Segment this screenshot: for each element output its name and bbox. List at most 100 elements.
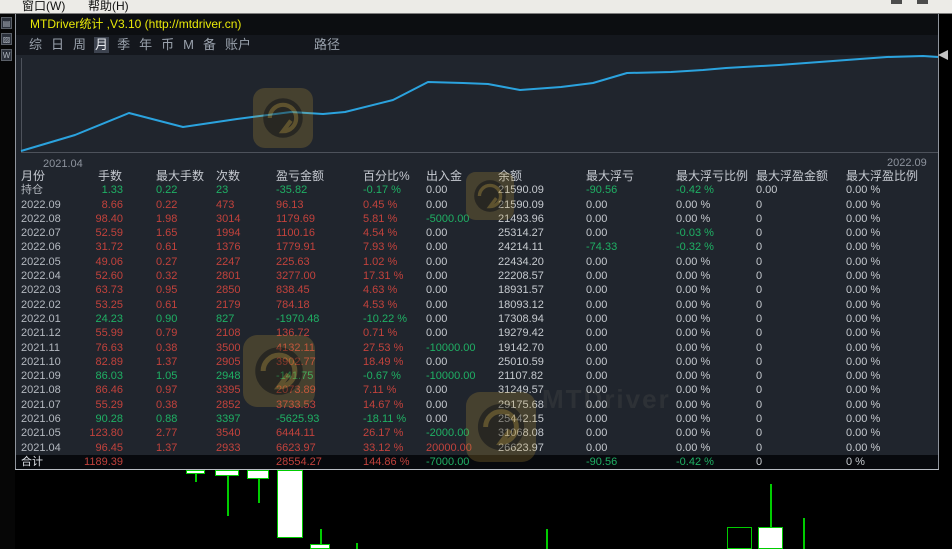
cell-5: 0.00: [426, 270, 448, 283]
cell-0: 90.28: [95, 413, 123, 426]
candle-body: [758, 527, 783, 549]
table-row-2022.02[interactable]: 2022.02 53.25 0.61 2179 784.18 4.53 % 0.00 1809…: [16, 298, 938, 312]
table-row-2022.04[interactable]: 2022.04 52.60 0.32 2801 3277.00 17.31 % 0.00 22…: [16, 269, 938, 283]
panel-title-bar[interactable]: MTDriver统计 ,V3.10 (http://mtdriver.cn): [16, 13, 938, 35]
mtdriver-stats-panel: MTDriver统计 ,V3.10 (http://mtdriver.cn) 综…: [15, 13, 939, 470]
table-row-2021.07[interactable]: 2021.07 55.29 0.38 2852 3733.53 14.67 % 0.00 29…: [16, 398, 938, 412]
table-row-2021.11[interactable]: 2021.11 76.63 0.38 3500 4132.11 27.53 % -10000…: [16, 341, 938, 355]
cell-5: 0.00: [426, 384, 448, 397]
table-row-2022.06[interactable]: 2022.06 31.72 0.61 1376 1779.91 7.93 % 0.00 242…: [16, 240, 938, 254]
cell-7: 0.00: [586, 413, 608, 426]
table-row-2021.05[interactable]: 2021.05 123.80 2.77 3540 6444.11 26.17 % -2000…: [16, 426, 938, 440]
table-row-持仓[interactable]: 持仓 1.33 0.22 23 -35.82 -0.17 % 0.00 21590.09 -90…: [16, 183, 938, 197]
cell-7: 0.00: [586, 441, 608, 454]
table-row-2022.01[interactable]: 2022.01 24.23 0.90 827 -1970.48 -10.22 % 0.00 1…: [16, 312, 938, 326]
candle-wick: [770, 484, 772, 527]
candle-wick: [195, 474, 197, 482]
side-tool-icon-0[interactable]: ▤: [1, 17, 12, 29]
cell-5: 0.00: [426, 227, 448, 240]
menu-window[interactable]: 窗口(W): [22, 0, 65, 13]
cell-10: 0.00 %: [846, 341, 881, 354]
toolbar-tab-周[interactable]: 周: [73, 37, 86, 53]
cell-6: 18931.57: [498, 284, 544, 297]
cell-0: 8.66: [101, 198, 123, 211]
table-row-2022.08[interactable]: 2022.08 98.40 1.98 3014 1179.69 5.81 % -5000.0…: [16, 212, 938, 226]
cell-4: -10.22 %: [363, 312, 408, 325]
toolbar-tab-日[interactable]: 日: [51, 37, 64, 53]
column-header-9: 最大浮亏比例: [676, 169, 749, 183]
cell-7: 0.00: [586, 384, 608, 397]
cell-3: -35.82: [276, 184, 308, 197]
table-row-2021.12[interactable]: 2021.12 55.99 0.79 2108 136.72 0.71 % 0.00 1927…: [16, 326, 938, 340]
cell-1: 0.88: [156, 413, 178, 426]
candle-body: [247, 470, 269, 479]
cell-3: 3277.00: [276, 270, 316, 283]
path-button[interactable]: 路径: [314, 37, 340, 53]
cell-3: 96.13: [276, 198, 304, 211]
row-label: 2022.08: [21, 212, 61, 225]
table-row-2021.10[interactable]: 2021.10 82.89 1.37 2905 3902.77 18.49 % 0.00 25…: [16, 355, 938, 369]
toolbar-tab-账户[interactable]: 账户: [225, 37, 251, 53]
candle-wick: [227, 476, 229, 516]
table-row-2021.04[interactable]: 2021.04 96.45 1.37 2933 6623.97 33.12 % 20000.…: [16, 441, 938, 455]
table-header-row: 月份 手数 最大手数 次数 盈亏金额 百分比% 出入金 余额 最大浮亏 最大浮亏比例 最大浮盈金额 最…: [16, 169, 938, 183]
cell-6: 17308.94: [498, 312, 544, 325]
cell-8: 0.00 %: [676, 341, 711, 354]
toolbar-tab-币[interactable]: 币: [161, 37, 174, 53]
cell-8: 0.00 %: [676, 270, 711, 283]
table-row-2021.06[interactable]: 2021.06 90.28 0.88 3397 -5625.93 -18.11 % 0.00…: [16, 412, 938, 426]
cell-8: 0.00 %: [676, 284, 711, 297]
cell-10: 0.00 %: [846, 384, 881, 397]
cell-1: 1.98: [156, 212, 178, 225]
toolbar-tab-季[interactable]: 季: [117, 37, 130, 53]
table-row-2022.07[interactable]: 2022.07 52.59 1.65 1994 1100.16 4.54 % 0.00 253…: [16, 226, 938, 240]
cell-10: 0.00 %: [846, 427, 881, 440]
cell-6: 25442.15: [498, 413, 544, 426]
cell-5: -5000.00: [426, 212, 470, 225]
row-label: 2022.01: [21, 312, 61, 325]
cell-7: 0.00: [586, 198, 608, 211]
cell-6: 18093.12: [498, 298, 544, 311]
cell-10: 0.00 %: [846, 370, 881, 383]
cell-6: 21590.09: [498, 184, 544, 197]
candle-wick: [258, 479, 260, 503]
cell-0: 86.46: [95, 384, 123, 397]
cell-0: 55.99: [95, 327, 123, 340]
row-label: 2022.04: [21, 270, 61, 283]
table-row-2022.03[interactable]: 2022.03 63.73 0.95 2850 838.45 4.63 % 0.00 1893…: [16, 283, 938, 297]
toolbar-tab-M[interactable]: M: [183, 37, 194, 53]
cell-5: 0.00: [426, 284, 448, 297]
cell-8: 0.00 %: [676, 212, 711, 225]
cell-4: -0.67 %: [363, 370, 401, 383]
column-header-1: 手数: [98, 169, 123, 183]
cell-1: 0.38: [156, 341, 178, 354]
cell-7: 0.00: [586, 427, 608, 440]
table-row-2022.09[interactable]: 2022.09 8.66 0.22 473 96.13 0.45 % 0.00 21590.0…: [16, 198, 938, 212]
toolbar-tab-月[interactable]: 月: [94, 37, 110, 53]
cell-6: 19142.70: [498, 341, 544, 354]
cell-5: -10000.00: [426, 341, 476, 354]
cell-8: 0.00 %: [676, 355, 711, 368]
cell-7: 0.00: [586, 284, 608, 297]
cell-4: 4.54 %: [363, 227, 398, 240]
toolbar-tab-年[interactable]: 年: [139, 37, 152, 53]
x-axis-start-label: 2021.04: [43, 158, 83, 170]
table-row-2021.09[interactable]: 2021.09 86.03 1.05 2948 -141.75 -0.67 % -10000…: [16, 369, 938, 383]
table-total-row[interactable]: 合计 1189.39 28554.27 144.86 % -7000.00 -90.56 -…: [16, 454, 938, 470]
table-row-2021.08[interactable]: 2021.08 86.46 0.97 3395 2073.89 7.11 % 0.00 312…: [16, 383, 938, 397]
cell-1: 0.79: [156, 327, 178, 340]
cell-9: 0: [756, 312, 763, 325]
table-row-2022.05[interactable]: 2022.05 49.06 0.27 2247 225.63 1.02 % 0.00 2243…: [16, 255, 938, 269]
toolbar-tab-综[interactable]: 综: [29, 37, 42, 53]
side-tool-icon-2[interactable]: W: [1, 49, 12, 61]
cell-2: 3014: [216, 212, 241, 225]
cell-1: 0.90: [156, 312, 178, 325]
cell-9: 0: [756, 284, 763, 297]
menu-help[interactable]: 帮助(H): [88, 0, 129, 13]
window-control-fragment: [891, 0, 902, 4]
toolbar-tab-备[interactable]: 备: [203, 37, 216, 53]
cell-7: 0.00: [586, 212, 608, 225]
cell-3: 136.72: [276, 327, 310, 340]
cell-3: 838.45: [276, 284, 310, 297]
side-tool-icon-1[interactable]: ▨: [1, 33, 12, 45]
